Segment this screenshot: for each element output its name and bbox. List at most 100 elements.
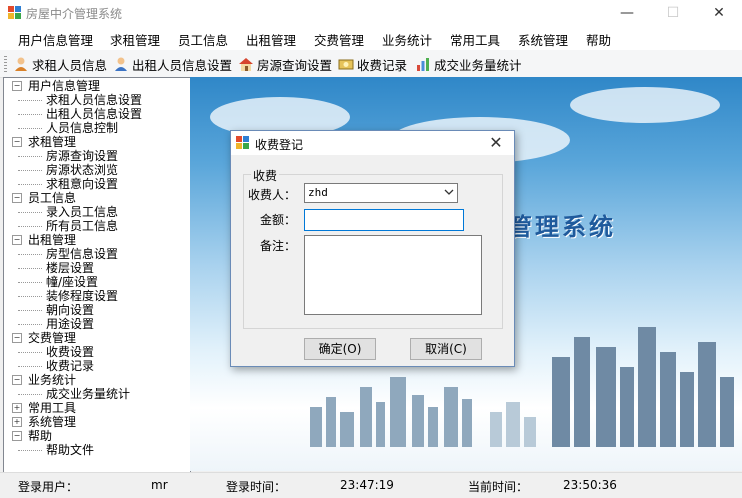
menu-user-info[interactable]: 用户信息管理 (18, 30, 93, 49)
tree-leaf[interactable]: 房型信息设置 (46, 247, 118, 261)
window-title: 房屋中介管理系统 (26, 7, 123, 21)
tree-leaf[interactable]: 求租人员信息设置 (46, 93, 142, 107)
payer-value: zhd (308, 186, 328, 199)
amount-input[interactable] (304, 209, 464, 231)
tree-leaf[interactable]: 帮助文件 (46, 443, 94, 457)
close-button[interactable]: ✕ (696, 0, 742, 26)
toolbar-label: 出租人员信息设置 (132, 57, 233, 73)
tree-leaf[interactable]: 幢/座设置 (46, 275, 98, 289)
banner-title: 管理系统 (508, 213, 616, 241)
expand-icon[interactable]: + (12, 417, 22, 427)
toolbar-label: 求租人员信息 (32, 57, 108, 73)
tree-connector (18, 324, 42, 325)
login-user-label: 登录用户： (18, 480, 79, 494)
tree-leaf[interactable]: 朝向设置 (46, 303, 94, 317)
collapse-icon[interactable]: − (12, 81, 22, 91)
tree-connector (18, 226, 42, 227)
toolbar-deal-stats-button[interactable]: 成交业务量统计 (415, 54, 522, 74)
menu-employee[interactable]: 员工信息 (178, 30, 228, 49)
tree-connector (18, 366, 42, 367)
menu-help[interactable]: 帮助 (586, 30, 611, 49)
dialog-title-bar: 收费登记 ✕ (231, 131, 514, 155)
dialog-close-button[interactable]: ✕ (484, 133, 508, 152)
amount-label: 金额： (260, 213, 297, 227)
tree-leaf[interactable]: 装修程度设置 (46, 289, 118, 303)
tree-node[interactable]: 业务统计 (28, 373, 76, 387)
menu-payment[interactable]: 交费管理 (314, 30, 364, 49)
tree-connector (18, 254, 42, 255)
tree-leaf[interactable]: 用途设置 (46, 317, 94, 331)
dialog-title: 收费登记 (255, 138, 304, 152)
login-user-value: mr (151, 478, 168, 492)
ok-button[interactable]: 确定(O) (304, 338, 376, 360)
expand-icon[interactable]: + (12, 403, 22, 413)
menu-statistics[interactable]: 业务统计 (382, 30, 432, 49)
toolbar-housing-query-button[interactable]: 房源查询设置 (238, 54, 332, 74)
login-time-value: 23:47:19 (340, 478, 394, 492)
toolbar-grip[interactable] (4, 56, 7, 72)
tree-connector (18, 184, 42, 185)
tree-node[interactable]: 求租管理 (28, 135, 76, 149)
toolbar-tenant-info-button[interactable]: 求租人员信息 (13, 54, 107, 74)
tree-connector (18, 310, 42, 311)
tree-leaf[interactable]: 所有员工信息 (46, 219, 118, 233)
collapse-icon[interactable]: − (12, 375, 22, 385)
tree-connector (18, 268, 42, 269)
toolbar-landlord-button[interactable]: 出租人员信息设置 (113, 54, 232, 74)
person-icon (15, 57, 27, 71)
toolbar-label: 房源查询设置 (257, 57, 333, 73)
tree-connector (18, 170, 42, 171)
toolbar: 求租人员信息 出租人员信息设置 房源查询设置 收费记录 成交业务量统计 (0, 50, 742, 78)
maximize-button[interactable]: ☐ (650, 0, 696, 26)
note-textarea[interactable] (304, 235, 482, 315)
minimize-button[interactable]: — (604, 0, 650, 26)
tree-connector (18, 352, 42, 353)
tree-connector (18, 156, 42, 157)
tree-leaf[interactable]: 收费设置 (46, 345, 94, 359)
menu-tools[interactable]: 常用工具 (450, 30, 500, 49)
fee-group-label: 收费 (251, 167, 280, 184)
tree-node[interactable]: 员工信息 (28, 191, 76, 205)
collapse-icon[interactable]: − (12, 333, 22, 343)
collapse-icon[interactable]: − (12, 137, 22, 147)
cancel-button[interactable]: 取消(C) (410, 338, 482, 360)
menu-lease[interactable]: 出租管理 (246, 30, 296, 49)
tree-leaf[interactable]: 录入员工信息 (46, 205, 118, 219)
fee-registration-dialog: 收费登记 ✕ 收费 收费人： zhd 金额： 备注： 确定(O) 取消(C) (230, 130, 515, 367)
tree-leaf[interactable]: 成交业务量统计 (46, 387, 130, 401)
tree-leaf[interactable]: 人员信息控制 (46, 121, 118, 135)
app-icon (8, 6, 21, 19)
house-icon (239, 58, 253, 71)
current-time-value: 23:50:36 (563, 478, 617, 492)
menu-rent-seek[interactable]: 求租管理 (110, 30, 160, 49)
tree-node[interactable]: 系统管理 (28, 415, 76, 429)
toolbar-label: 收费记录 (357, 57, 408, 73)
tree-node[interactable]: 帮助 (28, 429, 52, 443)
menu-system[interactable]: 系统管理 (518, 30, 568, 49)
navigation-tree[interactable]: − 用户信息管理 求租人员信息设置 出租人员信息设置 人员信息控制 − 求租管理 房源查询设置… (3, 77, 191, 473)
payer-combobox[interactable]: zhd (304, 183, 458, 203)
tree-node[interactable]: 常用工具 (28, 401, 76, 415)
tree-leaf[interactable]: 楼层设置 (46, 261, 94, 275)
status-bar: 登录用户： mr 登录时间： 23:47:19 当前时间： 23:50:36 (0, 472, 742, 498)
tree-connector (18, 128, 42, 129)
tree-connector (18, 282, 42, 283)
tree-leaf[interactable]: 求租意向设置 (46, 177, 118, 191)
chart-icon (417, 58, 429, 71)
collapse-icon[interactable]: − (12, 193, 22, 203)
tree-connector (18, 212, 42, 213)
tree-node[interactable]: 出租管理 (28, 233, 76, 247)
tree-connector (18, 296, 42, 297)
toolbar-fee-record-button[interactable]: 收费记录 (338, 54, 407, 74)
tree-leaf[interactable]: 出租人员信息设置 (46, 107, 142, 121)
collapse-icon[interactable]: − (12, 431, 22, 441)
person-icon (115, 57, 127, 71)
collapse-icon[interactable]: − (12, 235, 22, 245)
tree-node[interactable]: 用户信息管理 (28, 79, 100, 93)
payer-label: 收费人： (248, 188, 297, 202)
note-label: 备注： (260, 239, 297, 253)
tree-node[interactable]: 交费管理 (28, 331, 76, 345)
tree-leaf[interactable]: 收费记录 (46, 359, 94, 373)
tree-leaf[interactable]: 房源查询设置 (46, 149, 118, 163)
tree-leaf[interactable]: 房源状态浏览 (46, 163, 118, 177)
